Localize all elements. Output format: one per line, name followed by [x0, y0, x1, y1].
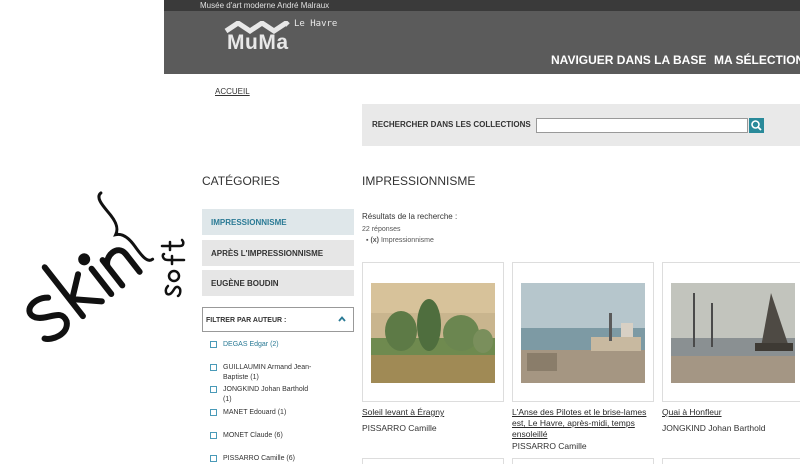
- result-artist: PISSARRO Camille: [512, 441, 587, 451]
- author-filter-title: FILTRER PAR AUTEUR :: [206, 317, 287, 324]
- checkbox[interactable]: [210, 364, 217, 371]
- category-apres-impressionnisme[interactable]: APRÈS L'IMPRESSIONNISME: [202, 240, 354, 266]
- active-filter-label: Impressionnisme: [380, 237, 434, 244]
- museum-name: Musée d'art moderne André Malraux: [200, 1, 330, 10]
- breadcrumb-home-link[interactable]: ACCUEIL: [215, 87, 250, 96]
- author-filter-pissarro[interactable]: PISSARRO Camille (6): [210, 454, 350, 464]
- result-artist: PISSARRO Camille: [362, 423, 437, 433]
- result-card[interactable]: [362, 262, 504, 402]
- checkbox[interactable]: [210, 432, 217, 439]
- result-card[interactable]: [662, 262, 800, 402]
- result-card[interactable]: [662, 458, 800, 464]
- checkbox[interactable]: [210, 455, 217, 462]
- result-card[interactable]: [362, 458, 504, 464]
- remove-filter-button[interactable]: (x): [370, 237, 379, 244]
- chevron-up-icon: [338, 316, 346, 322]
- active-filter[interactable]: ▪ (x) Impressionnisme: [366, 237, 434, 244]
- painting-thumbnail[interactable]: [521, 283, 645, 383]
- checkbox[interactable]: [210, 409, 217, 416]
- search-button[interactable]: [749, 118, 764, 133]
- site-header: MuMa Le Havre NAVIGUER DANS LA BASE MA S…: [164, 11, 800, 74]
- checkbox[interactable]: [210, 341, 217, 348]
- results-count: 22 réponses: [362, 226, 401, 233]
- author-filter-manet[interactable]: MANET Edouard (1): [210, 408, 350, 418]
- skinsoft-logo: [26, 191, 186, 342]
- painting-thumbnail[interactable]: [371, 283, 495, 383]
- result-artist: JONGKIND Johan Barthold: [662, 423, 766, 433]
- logo-subtext: Le Havre: [294, 19, 338, 29]
- result-card[interactable]: [512, 262, 654, 402]
- logo-text[interactable]: MuMa: [227, 31, 289, 55]
- nav-my-selection[interactable]: MA SÉLECTION: [714, 53, 800, 67]
- search-label: RECHERCHER DANS LES COLLECTIONS: [372, 120, 531, 129]
- top-strip: Musée d'art moderne André Malraux: [164, 0, 800, 11]
- author-filter-degas[interactable]: DEGAS Edgar (2): [210, 340, 350, 350]
- results-heading: Résultats de la recherche :: [362, 212, 458, 221]
- author-filter-guillaumin[interactable]: GUILLAUMIN Armand Jean- Baptiste (1): [210, 363, 350, 383]
- author-filter-toggle[interactable]: FILTRER PAR AUTEUR :: [202, 307, 354, 332]
- result-title-link[interactable]: Quai à Honfleur: [662, 407, 722, 418]
- category-eugene-boudin[interactable]: EUGÈNE BOUDIN: [202, 270, 354, 296]
- author-filter-jongkind[interactable]: JONGKIND Johan Barthold (1): [210, 385, 350, 405]
- categories-title: CATÉGORIES: [202, 174, 280, 188]
- result-title-link[interactable]: ensoleillé: [512, 429, 547, 440]
- result-card[interactable]: [512, 458, 654, 464]
- results-title: IMPRESSIONNISME: [362, 174, 476, 188]
- author-filter-monet[interactable]: MONET Claude (6): [210, 431, 350, 441]
- result-title-link[interactable]: est, Le Havre, après-midi, temps: [512, 418, 635, 429]
- search-bar: RECHERCHER DANS LES COLLECTIONS: [362, 104, 800, 146]
- nav-browse-database[interactable]: NAVIGUER DANS LA BASE: [551, 53, 706, 67]
- checkbox[interactable]: [210, 386, 217, 393]
- search-icon: [751, 120, 762, 131]
- category-impressionnisme[interactable]: IMPRESSIONNISME: [202, 209, 354, 235]
- painting-thumbnail[interactable]: [671, 283, 795, 383]
- search-input[interactable]: [536, 118, 748, 133]
- result-title-link[interactable]: Soleil levant à Éragny: [362, 407, 444, 418]
- result-title-link[interactable]: L'Anse des Pilotes et le brise-lames: [512, 407, 646, 418]
